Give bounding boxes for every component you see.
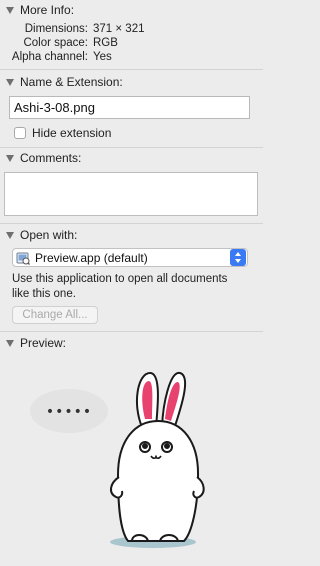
change-all-button[interactable]: Change All... <box>12 306 98 324</box>
dimensions-label: Dimensions: <box>24 23 88 35</box>
disclosure-triangle-icon[interactable] <box>6 6 14 14</box>
disclosure-triangle-icon[interactable] <box>6 154 14 162</box>
preview-header[interactable]: Preview: <box>6 336 66 350</box>
disclosure-triangle-icon[interactable] <box>6 231 14 239</box>
alpha-channel-label: Alpha channel: <box>11 51 88 63</box>
comments-header[interactable]: Comments: <box>6 151 81 165</box>
divider <box>0 69 263 70</box>
info-row-dimensions: Dimensions: 371 × 321 <box>0 23 263 37</box>
open-with-hint-line2: like this one. <box>12 288 76 300</box>
open-with-hint-line1: Use this application to open all documen… <box>12 273 228 285</box>
comments-title: Comments: <box>20 151 82 165</box>
preview-title: Preview: <box>20 336 67 350</box>
preview-app-icon <box>16 251 30 265</box>
disclosure-triangle-icon[interactable] <box>6 339 14 347</box>
preview-image: ••••• <box>0 355 263 560</box>
popup-arrows-icon[interactable] <box>230 249 246 266</box>
speech-bubble: ••••• <box>30 389 108 433</box>
divider <box>0 331 263 332</box>
name-extension-header[interactable]: Name & Extension: <box>6 75 123 89</box>
hide-extension-checkbox-row[interactable]: Hide extension <box>14 125 111 141</box>
color-space-value: RGB <box>93 37 118 49</box>
more-info-header[interactable]: More Info: <box>6 3 74 17</box>
color-space-label: Color space: <box>23 37 88 49</box>
open-with-header[interactable]: Open with: <box>6 228 77 242</box>
divider <box>0 223 263 224</box>
info-row-alpha-channel: Alpha channel: Yes <box>0 51 263 65</box>
dimensions-value: 371 × 321 <box>93 23 145 35</box>
divider <box>0 147 263 148</box>
filename-field[interactable]: Ashi-3-08.png <box>9 96 250 119</box>
open-with-hint: Use this application to open all documen… <box>12 272 252 302</box>
hide-extension-label: Hide extension <box>32 126 112 140</box>
open-with-app-popup[interactable]: Preview.app (default) <box>12 248 248 267</box>
hide-extension-checkbox[interactable] <box>14 127 26 139</box>
alpha-channel-value: Yes <box>93 51 112 63</box>
open-with-title: Open with: <box>20 228 78 242</box>
bunny-illustration <box>110 372 205 542</box>
name-extension-title: Name & Extension: <box>20 75 123 89</box>
selected-app-label: Preview.app (default) <box>35 250 148 265</box>
more-info-title: More Info: <box>20 3 75 17</box>
disclosure-triangle-icon[interactable] <box>6 78 14 86</box>
speech-bubble-text: ••••• <box>46 404 92 420</box>
comments-textarea[interactable] <box>4 172 258 216</box>
info-row-color-space: Color space: RGB <box>0 37 263 51</box>
